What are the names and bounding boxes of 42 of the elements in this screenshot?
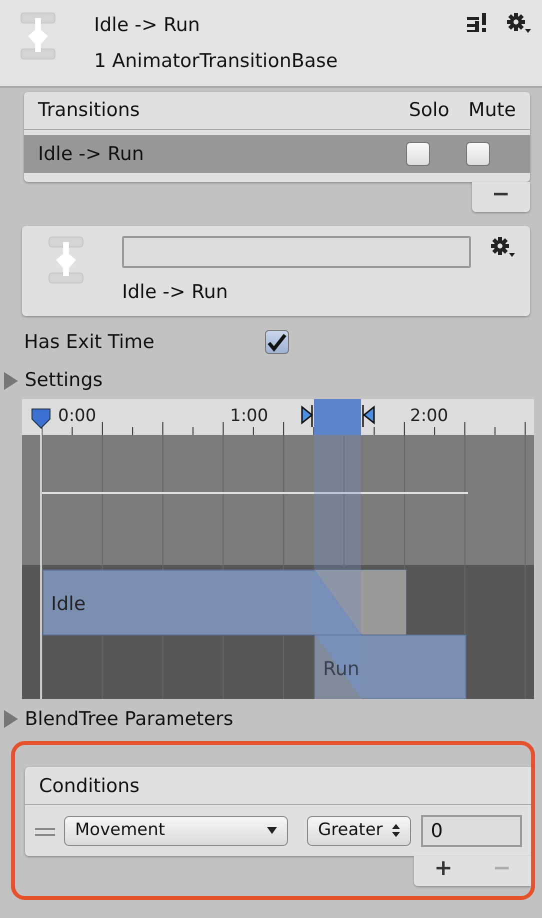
inspector-title: Idle -> Run xyxy=(94,13,201,38)
caret-icon xyxy=(267,827,277,834)
value-field[interactable]: 0 xyxy=(420,814,522,847)
presets-icon[interactable] xyxy=(465,12,487,34)
transition-icon xyxy=(48,236,84,284)
settings-icon[interactable] xyxy=(506,12,532,34)
time-label: 1:00 xyxy=(230,406,268,426)
transition-icon xyxy=(20,12,56,60)
settings-icon[interactable] xyxy=(490,236,516,258)
mode-dropdown[interactable]: Greater xyxy=(307,816,412,846)
exit-time-checkbox[interactable] xyxy=(265,330,289,354)
clip-name: Idle xyxy=(51,592,86,615)
dropdown-value: Movement xyxy=(75,819,166,842)
list-heading: Transitions xyxy=(38,98,141,124)
transition-row[interactable]: Idle -> Run xyxy=(24,134,530,173)
column-header: Solo xyxy=(408,98,450,124)
playhead-handle[interactable] xyxy=(32,408,50,428)
transition-name: Idle -> Run xyxy=(38,142,145,166)
clip-name: Run xyxy=(323,658,360,680)
field-label: Has Exit Time xyxy=(24,330,156,355)
mute-checkbox[interactable] xyxy=(466,142,490,166)
dropdown-value: Greater xyxy=(318,819,383,842)
clip-bar[interactable] xyxy=(314,634,466,699)
expand-triangle-icon[interactable] xyxy=(2,709,20,729)
checkmark-icon xyxy=(266,332,288,352)
remove-button[interactable]: − xyxy=(472,182,530,212)
transition-label: Idle -> Run xyxy=(122,280,229,305)
foldout-label[interactable]: Settings xyxy=(24,366,103,395)
parameter-dropdown[interactable]: Movement xyxy=(64,816,288,846)
add-button[interactable]: + xyxy=(414,856,473,886)
time-label: 0:00 xyxy=(58,406,96,426)
time-label: 2:00 xyxy=(410,406,448,426)
inspector-subtitle: 1 AnimatorTransitionBase xyxy=(94,48,339,74)
transition-end-handle[interactable] xyxy=(362,404,375,428)
expand-triangle-icon[interactable] xyxy=(2,370,20,390)
name-field[interactable] xyxy=(122,236,471,268)
transition-start-handle[interactable] xyxy=(301,404,314,428)
stepper-icon xyxy=(392,824,400,838)
solo-checkbox[interactable] xyxy=(406,142,430,166)
column-header: Mute xyxy=(468,98,516,124)
foldout-label[interactable]: BlendTree Parameters xyxy=(24,704,234,734)
list-heading: Conditions xyxy=(39,774,140,798)
